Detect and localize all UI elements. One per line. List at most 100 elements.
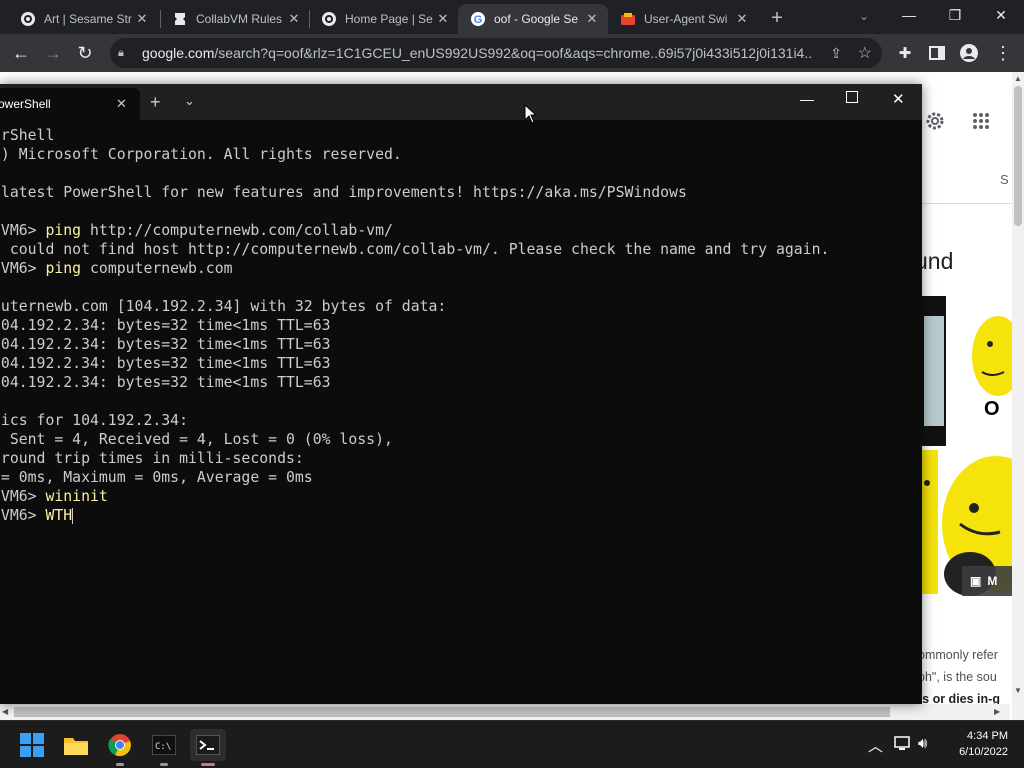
new-tab-button[interactable]: +	[766, 7, 788, 29]
start-button[interactable]	[16, 729, 48, 761]
command-argument: computernewb.com	[81, 260, 233, 277]
maximize-terminal-icon[interactable]	[846, 91, 858, 103]
network-icon[interactable]	[894, 735, 912, 755]
horizontal-scrollbar[interactable]: ◀ ▶	[0, 704, 1010, 720]
settings-gear-icon[interactable]	[924, 110, 946, 137]
bookmark-star-icon[interactable]: ☆	[858, 43, 872, 63]
browser-tab-2[interactable]: CollabVM Rules ✕	[160, 4, 310, 34]
volume-icon[interactable]: 🔊︎	[918, 735, 927, 752]
google-apps-grid-icon[interactable]	[972, 112, 990, 135]
tab-search-icon[interactable]: ⌄	[854, 6, 874, 26]
url-path: /search?q=oof&rlz=1C1GCEU_enUS992US992&o…	[214, 45, 812, 61]
collabvm-icon	[172, 11, 188, 27]
profile-avatar-icon[interactable]	[956, 40, 982, 66]
command-text: ping	[45, 222, 82, 239]
browser-tab-5[interactable]: User-Agent Swi ✕	[608, 4, 758, 34]
terminal-command-line: \VM6> ping computernewb.com	[0, 259, 922, 278]
snippet-line: oh", is the sou	[918, 670, 997, 684]
browser-toolbar: ← → ↻ 🔒︎ google.com/search?q=oof&rlz=1C1…	[0, 34, 1024, 72]
terminal-output-line: = 0ms, Maximum = 0ms, Average = 0ms	[0, 469, 313, 486]
terminal-command-line: \VM6> WTH	[0, 506, 922, 525]
browser-tab-4-active[interactable]: G oof - Google Se ✕	[458, 4, 608, 34]
scroll-right-icon[interactable]: ▶	[994, 707, 1000, 716]
close-tab-icon[interactable]: ✕	[134, 11, 150, 27]
browser-tab-3[interactable]: Home Page | Se ✕	[309, 4, 459, 34]
knowledge-snippet: ommonly refer oh", is the sou ts or dies…	[918, 644, 1000, 710]
chrome-menu-icon[interactable]: ⋮	[990, 40, 1016, 66]
close-tab-icon[interactable]: ✕	[734, 11, 750, 27]
command-text: WTH	[45, 507, 73, 524]
terminal-output[interactable]: erShell C) Microsoft Corporation. All rig…	[0, 120, 922, 704]
system-clock[interactable]: 4:34 PM 6/10/2022	[959, 728, 1008, 760]
new-terminal-tab-icon[interactable]: +	[150, 92, 161, 113]
terminal-title-bar[interactable]: owerShell ✕ + ⌄ — ✕	[0, 84, 922, 120]
image-content	[924, 480, 930, 486]
divider	[922, 203, 1012, 204]
close-terminal-icon[interactable]: ✕	[892, 90, 905, 108]
terminal-output-line: tics for 104.192.2.34:	[0, 412, 188, 429]
url-text: google.com/search?q=oof&rlz=1C1GCEU_enUS…	[142, 45, 812, 61]
running-indicator	[116, 763, 124, 766]
profiles-dropdown-icon[interactable]: ⌄	[184, 93, 195, 109]
scrollbar-thumb[interactable]	[14, 707, 890, 717]
browser-tab-strip: Art | Sesame Str ✕ CollabVM Rules ✕ Home…	[0, 0, 1024, 34]
restore-window-icon[interactable]: ❐	[932, 0, 978, 30]
terminal-output-line: 104.192.2.34: bytes=32 time<1ms TTL=63	[0, 355, 331, 372]
browser-tab-1[interactable]: Art | Sesame Str ✕	[8, 4, 158, 34]
active-indicator	[201, 763, 215, 766]
command-argument: http://computernewb.com/collab-vm/	[81, 222, 393, 239]
close-window-icon[interactable]: ✕	[978, 0, 1024, 30]
side-panel-icon[interactable]	[924, 40, 950, 66]
image-gallery-icon: ▣	[970, 574, 982, 588]
scroll-down-icon[interactable]: ▼	[1014, 686, 1022, 695]
reload-icon[interactable]: ↻	[72, 40, 98, 66]
minimize-window-icon[interactable]: —	[886, 0, 932, 30]
terminal-output-line: puternewb.com [104.192.2.34] with 32 byt…	[0, 298, 447, 315]
page-scrollbar[interactable]: ▲ ▼	[1012, 72, 1024, 720]
prompt-text: \VM6>	[0, 260, 37, 277]
close-terminal-tab-icon[interactable]: ✕	[116, 96, 127, 112]
terminal-output-line: : Sent = 4, Received = 4, Lost = 0 (0% l…	[0, 431, 393, 448]
cmd-taskbar-icon[interactable]: C:\	[148, 729, 180, 766]
image-tile[interactable]: O	[948, 296, 1024, 446]
terminal-output-line: 104.192.2.34: bytes=32 time<1ms TTL=63	[0, 317, 331, 334]
more-images-button[interactable]: ▣ M	[962, 566, 1012, 596]
close-tab-icon[interactable]: ✕	[435, 11, 451, 27]
share-icon[interactable]: ⇪	[830, 45, 842, 62]
forward-arrow-icon[interactable]: →	[40, 40, 66, 66]
minimize-terminal-icon[interactable]: —	[800, 91, 814, 107]
terminal-output-line: round trip times in milli-seconds:	[0, 450, 304, 467]
file-explorer-icon[interactable]	[60, 729, 92, 761]
more-images-label: M	[987, 574, 998, 588]
back-arrow-icon[interactable]: ←	[8, 40, 34, 66]
image-tile[interactable]	[922, 296, 946, 446]
terminal-window: owerShell ✕ + ⌄ — ✕ erShell C) Microsoft …	[0, 84, 922, 704]
text-cursor	[72, 508, 74, 524]
image-tile[interactable]: ▣ M	[940, 450, 1024, 600]
scroll-left-icon[interactable]: ◀	[2, 707, 8, 716]
sesame-icon	[20, 11, 36, 27]
terminal-command-line: \VM6> wininit	[0, 487, 922, 506]
terminal-output-line	[0, 164, 922, 183]
terminal-tab[interactable]: owerShell ✕	[0, 88, 140, 120]
prompt-text: \VM6>	[0, 222, 37, 239]
command-text: wininit	[45, 488, 108, 505]
chrome-taskbar-icon[interactable]	[104, 729, 136, 766]
terminal-taskbar-icon[interactable]	[190, 729, 226, 766]
show-hidden-icons-chevron-icon[interactable]: ︿	[868, 735, 883, 756]
close-tab-icon[interactable]: ✕	[286, 11, 302, 27]
lock-icon: 🔒︎	[118, 46, 124, 59]
terminal-output-line: latest PowerShell for new features and i…	[0, 184, 687, 201]
close-tab-icon[interactable]: ✕	[584, 11, 600, 27]
image-tile[interactable]	[922, 450, 938, 594]
scrollbar-thumb[interactable]	[1014, 86, 1022, 226]
scroll-up-icon[interactable]: ▲	[1014, 74, 1022, 83]
google-icon: G	[470, 11, 486, 27]
extensions-puzzle-icon[interactable]: ✚	[892, 40, 918, 66]
side-letter: S	[1000, 172, 1009, 187]
terminal-output-line	[0, 202, 922, 221]
terminal-output-line	[0, 392, 922, 411]
oof-face-image	[972, 316, 1024, 396]
clock-time: 4:34 PM	[967, 730, 1008, 742]
address-bar[interactable]: 🔒︎ google.com/search?q=oof&rlz=1C1GCEU_e…	[110, 38, 882, 68]
